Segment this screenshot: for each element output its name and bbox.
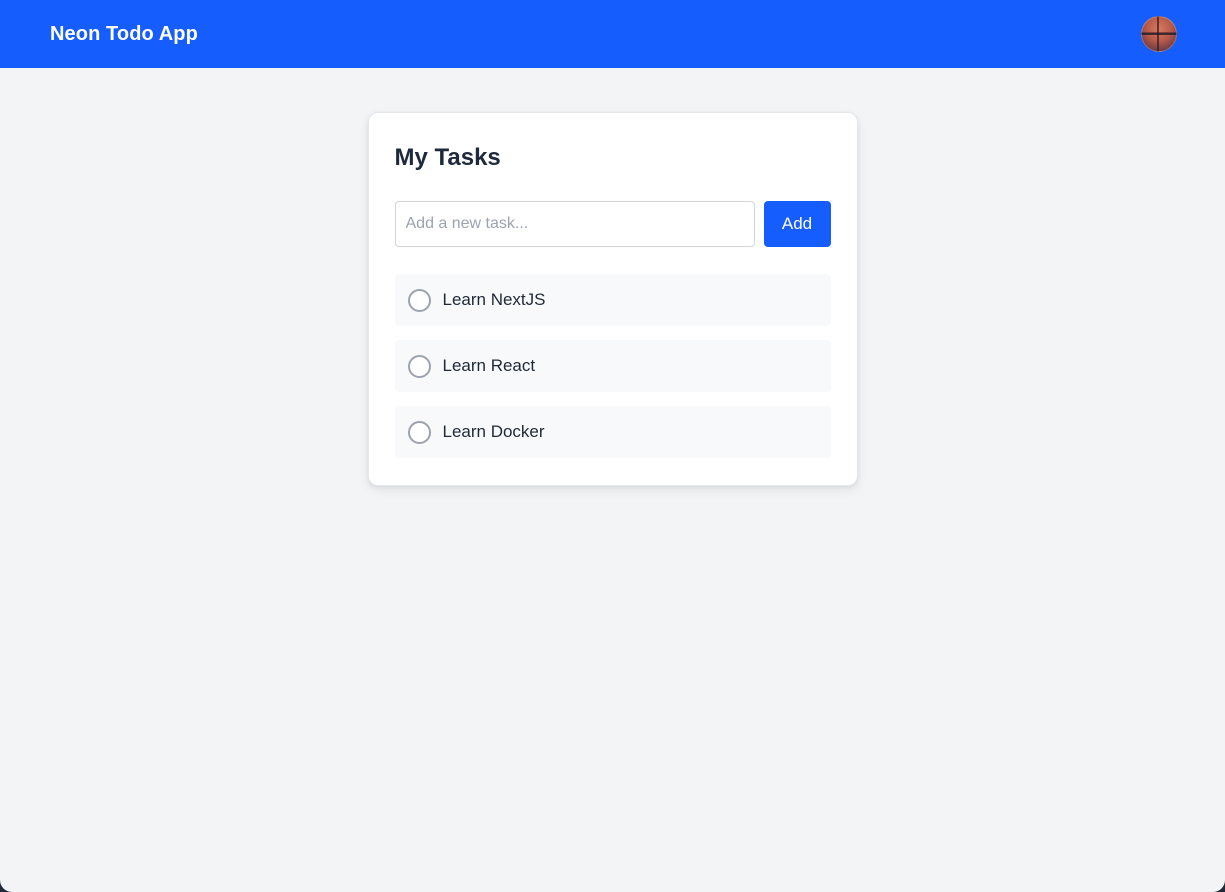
task-label: Learn Docker xyxy=(442,422,545,441)
new-task-input[interactable] xyxy=(394,201,755,247)
add-task-button[interactable]: Add xyxy=(763,201,831,247)
user-avatar-icon[interactable] xyxy=(1141,16,1177,52)
unchecked-circle-icon[interactable] xyxy=(407,420,431,444)
task-label: Learn React xyxy=(442,356,536,375)
card-title: My Tasks xyxy=(394,144,501,171)
app-title: Neon Todo App xyxy=(50,22,198,45)
unchecked-circle-icon[interactable] xyxy=(407,354,431,378)
tasks-card: My Tasks Add Learn NextJS Learn React Le… xyxy=(367,112,858,486)
add-task-row: Add xyxy=(394,201,831,247)
task-label: Learn NextJS xyxy=(442,290,546,309)
top-navbar: Neon Todo App xyxy=(0,0,1225,68)
task-item[interactable]: Learn Docker xyxy=(394,406,831,458)
task-item[interactable]: Learn React xyxy=(394,340,831,392)
task-item[interactable]: Learn NextJS xyxy=(394,274,831,326)
app-window: Neon Todo App My Tasks Add Learn NextJS … xyxy=(0,0,1225,892)
task-list: Learn NextJS Learn React Learn Docker xyxy=(394,274,831,458)
unchecked-circle-icon[interactable] xyxy=(407,288,431,312)
main-content: My Tasks Add Learn NextJS Learn React Le… xyxy=(0,68,1225,486)
